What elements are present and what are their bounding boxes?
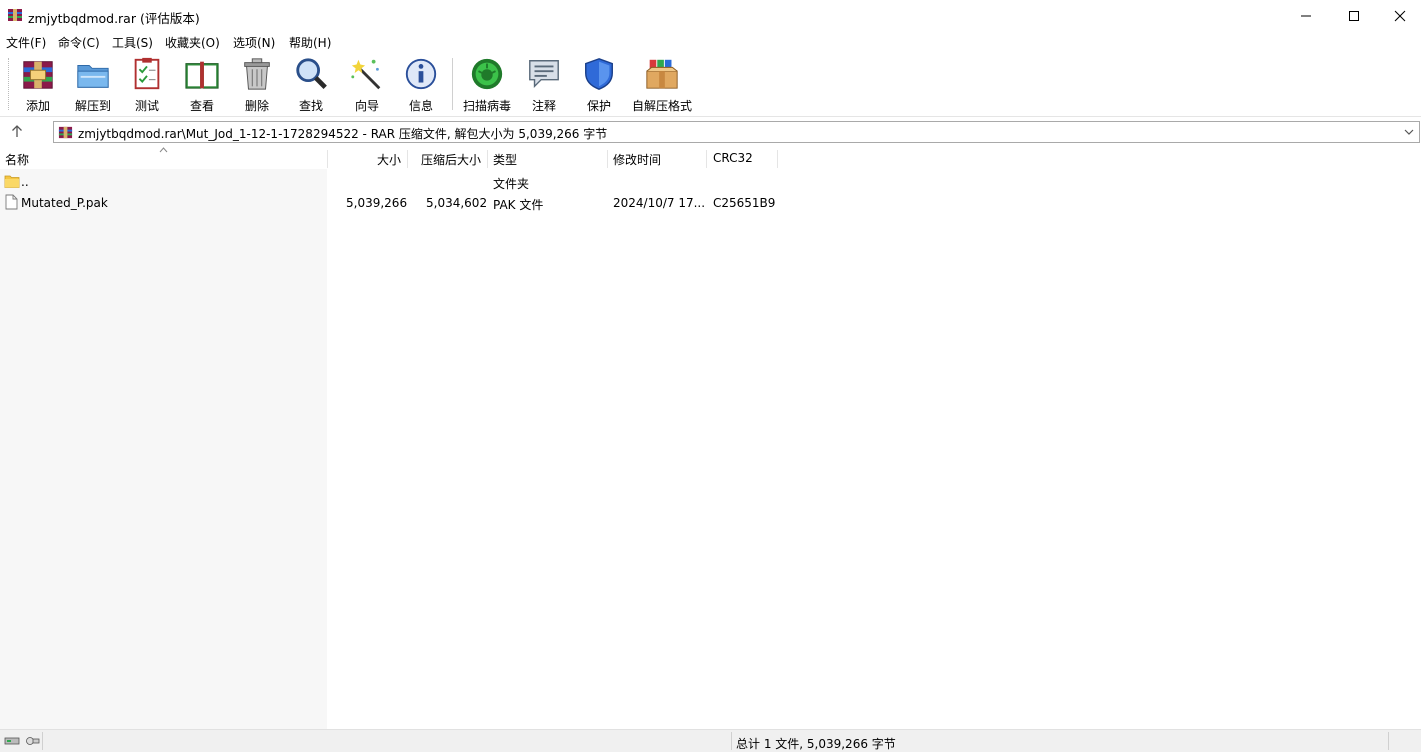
arrow-up-icon (12, 125, 22, 137)
column-type-header[interactable]: 类型 (493, 151, 517, 168)
menu-bar: 文件(F) 命令(C) 工具(S) 收藏夹(O) 选项(N) 帮助(H) (0, 32, 1421, 52)
list-item[interactable]: .. 文件夹 (0, 171, 1421, 192)
extract-to-label: 解压到 (74, 99, 111, 113)
file-packed-size: 5,034,602 (426, 196, 488, 210)
file-icon (5, 194, 18, 210)
column-divider[interactable] (777, 150, 778, 168)
column-divider[interactable] (407, 150, 408, 168)
trash-icon (244, 58, 270, 90)
close-icon (1394, 10, 1406, 22)
magnifier-icon (296, 58, 327, 89)
virus-scan-button[interactable]: 扫描病毒 (462, 56, 512, 114)
toolbar: 添加 解压到 测试 查看 删除 查找 向导 信息 扫描病毒 注释 保护 自解压格… (0, 52, 1421, 117)
toolbar-grip (8, 58, 12, 110)
virus-scan-label: 扫描病毒 (462, 99, 511, 113)
column-divider[interactable] (706, 150, 707, 168)
toolbar-separator (452, 58, 453, 110)
menu-tools[interactable]: 工具(S) (112, 34, 153, 51)
column-divider[interactable] (607, 150, 608, 168)
list-item[interactable]: Mutated_P.pak 5,039,266 5,034,602 PAK 文件… (0, 192, 1421, 213)
find-label: 查找 (298, 99, 323, 113)
menu-commands[interactable]: 命令(C) (58, 34, 100, 51)
sort-ascending-icon (159, 147, 168, 153)
find-button[interactable]: 查找 (292, 56, 330, 114)
minimize-button[interactable] (1283, 0, 1329, 32)
magic-wand-icon (351, 59, 381, 90)
view-button[interactable]: 查看 (180, 56, 224, 114)
file-modified: 2024/10/7 17... (613, 196, 706, 210)
delete-label: 删除 (244, 99, 269, 113)
file-name: .. (21, 175, 29, 189)
column-packed-header[interactable]: 压缩后大小 (421, 151, 481, 168)
test-label: 测试 (134, 99, 159, 113)
name-column-background (0, 169, 327, 729)
test-button[interactable]: 测试 (128, 56, 166, 114)
column-divider[interactable] (327, 150, 328, 168)
maximize-button[interactable] (1331, 0, 1377, 32)
shield-icon (585, 58, 613, 90)
protect-button[interactable]: 保护 (580, 56, 618, 114)
status-bar: 总计 1 文件, 5,039,266 字节 (0, 729, 1421, 752)
minimize-icon (1301, 15, 1311, 17)
title-bar: zmjytbqdmod.rar (评估版本) (0, 0, 1421, 32)
maximize-icon (1349, 11, 1359, 21)
file-name: Mutated_P.pak (21, 196, 108, 210)
info-button[interactable]: 信息 (402, 56, 440, 114)
sfx-label: 自解压格式 (631, 99, 692, 113)
path-combobox[interactable]: zmjytbqdmod.rar\Mut_Jod_1-12-1-172829452… (53, 121, 1420, 143)
winrar-icon (7, 7, 23, 23)
add-button[interactable]: 添加 (18, 56, 58, 114)
close-button[interactable] (1377, 0, 1421, 32)
column-divider[interactable] (487, 150, 488, 168)
comment-button[interactable]: 注释 (525, 56, 563, 114)
up-one-level-button[interactable] (10, 124, 30, 140)
protect-label: 保护 (586, 99, 611, 113)
sfx-button[interactable]: 自解压格式 (631, 56, 693, 114)
status-summary: 总计 1 文件, 5,039,266 字节 (736, 737, 896, 751)
folder-icon (4, 175, 20, 188)
file-type: 文件夹 (493, 177, 530, 191)
book-icon (185, 61, 219, 89)
address-bar: zmjytbqdmod.rar\Mut_Jod_1-12-1-172829452… (0, 117, 1421, 147)
list-header: 名称 大小 压缩后大小 类型 修改时间 CRC32 (0, 147, 1421, 169)
folder-extract-icon (77, 65, 109, 88)
comment-icon (529, 60, 559, 89)
menu-file[interactable]: 文件(F) (6, 34, 46, 51)
winrar-archive-icon (58, 125, 73, 140)
sfx-box-icon (646, 59, 678, 89)
status-separator (42, 732, 43, 750)
column-name-header[interactable]: 名称 (5, 151, 29, 168)
column-crc-header[interactable]: CRC32 (713, 151, 753, 165)
drive-icon[interactable] (4, 736, 40, 746)
comment-label: 注释 (531, 99, 556, 113)
checklist-icon (134, 57, 160, 90)
column-modified-header[interactable]: 修改时间 (613, 151, 661, 168)
wizard-label: 向导 (354, 99, 379, 113)
status-separator (731, 732, 732, 750)
virus-scan-icon (471, 58, 503, 90)
file-type: PAK 文件 (493, 198, 544, 212)
chevron-down-icon[interactable] (1401, 123, 1417, 141)
wizard-button[interactable]: 向导 (347, 56, 387, 114)
path-text: zmjytbqdmod.rar\Mut_Jod_1-12-1-172829452… (78, 127, 608, 141)
column-size-header[interactable]: 大小 (377, 151, 401, 168)
menu-help[interactable]: 帮助(H) (289, 34, 331, 51)
menu-favorites[interactable]: 收藏夹(O) (165, 34, 220, 51)
add-archive-icon (23, 61, 53, 89)
window-title: zmjytbqdmod.rar (评估版本) (28, 11, 200, 26)
view-label: 查看 (189, 99, 214, 113)
extract-to-button[interactable]: 解压到 (72, 56, 114, 114)
menu-options[interactable]: 选项(N) (233, 34, 275, 51)
info-label: 信息 (408, 99, 433, 113)
info-icon (405, 58, 437, 90)
add-label: 添加 (25, 99, 50, 113)
file-size: 5,039,266 (346, 196, 408, 210)
file-crc: C25651B9 (713, 196, 776, 210)
delete-button[interactable]: 删除 (238, 56, 276, 114)
status-separator (1388, 732, 1389, 750)
